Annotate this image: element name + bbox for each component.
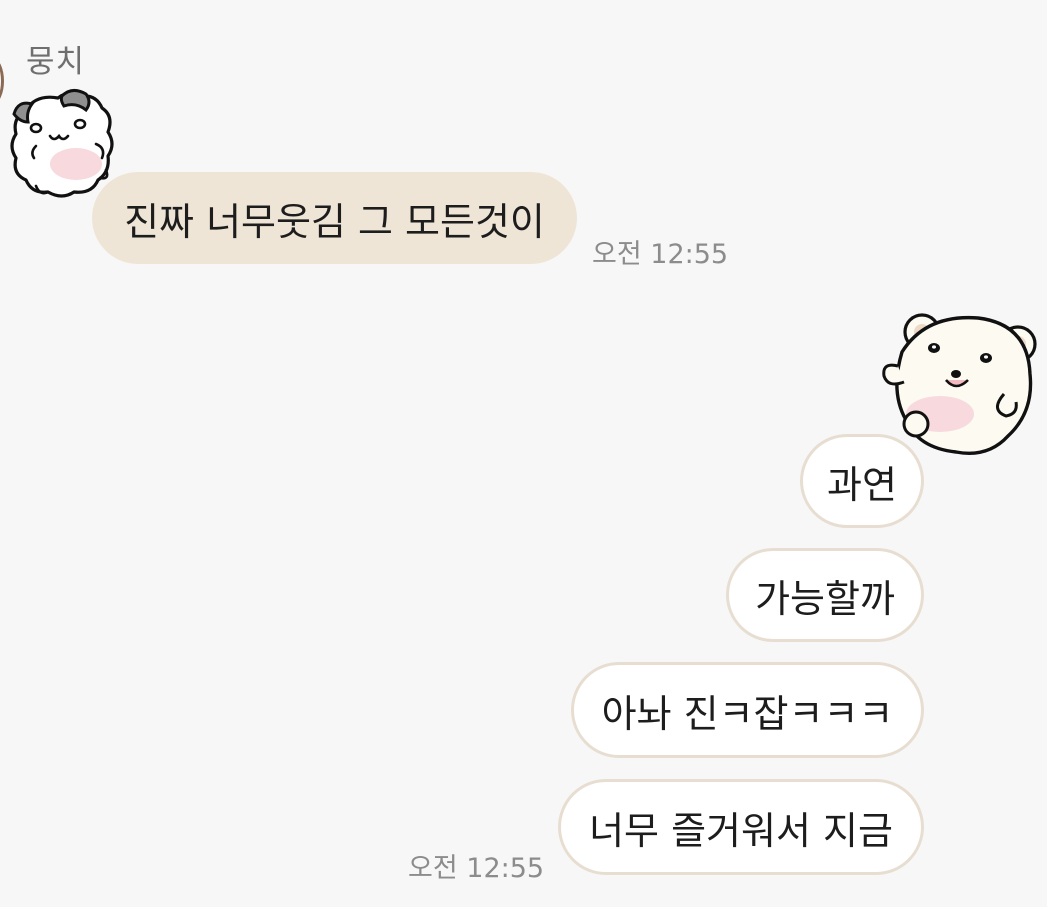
polar-bear-sticker-icon[interactable] [878, 312, 1044, 462]
incoming-message-time: 오전 12:55 [592, 239, 729, 270]
outgoing-message-bubble-2[interactable]: 가능할까 [726, 548, 924, 642]
hamster-sticker-icon[interactable] [6, 88, 118, 204]
chat-window: 뭉치 진짜 너무웃김 그 모든것이 오전 12:55 과연 가능할까 아놔 진ㅋ… [0, 0, 1047, 907]
incoming-message-text: 진짜 너무웃김 그 모든것이 [124, 199, 545, 244]
polar-bear-sticker-svg [882, 313, 1037, 455]
outgoing-message-bubble-1[interactable]: 과연 [800, 434, 924, 528]
outgoing-message-text-2: 가능할까 [755, 576, 895, 621]
outgoing-message-text-3: 아놔 진ㅋ잡ㅋㅋㅋ [601, 691, 894, 736]
outgoing-message-bubble-4[interactable]: 너무 즐거워서 지금 [558, 779, 924, 875]
outgoing-message-bubble-3[interactable]: 아놔 진ㅋ잡ㅋㅋㅋ [571, 662, 924, 758]
sender-name: 뭉치 [26, 44, 86, 80]
outgoing-message-text-4: 너무 즐거워서 지금 [589, 808, 893, 853]
profile-avatar-partial[interactable] [0, 58, 4, 104]
outgoing-message-text-1: 과연 [827, 462, 897, 507]
outgoing-message-time: 오전 12:55 [408, 853, 545, 884]
hamster-sticker-svg [10, 89, 114, 198]
incoming-message-bubble[interactable]: 진짜 너무웃김 그 모든것이 [92, 172, 577, 264]
